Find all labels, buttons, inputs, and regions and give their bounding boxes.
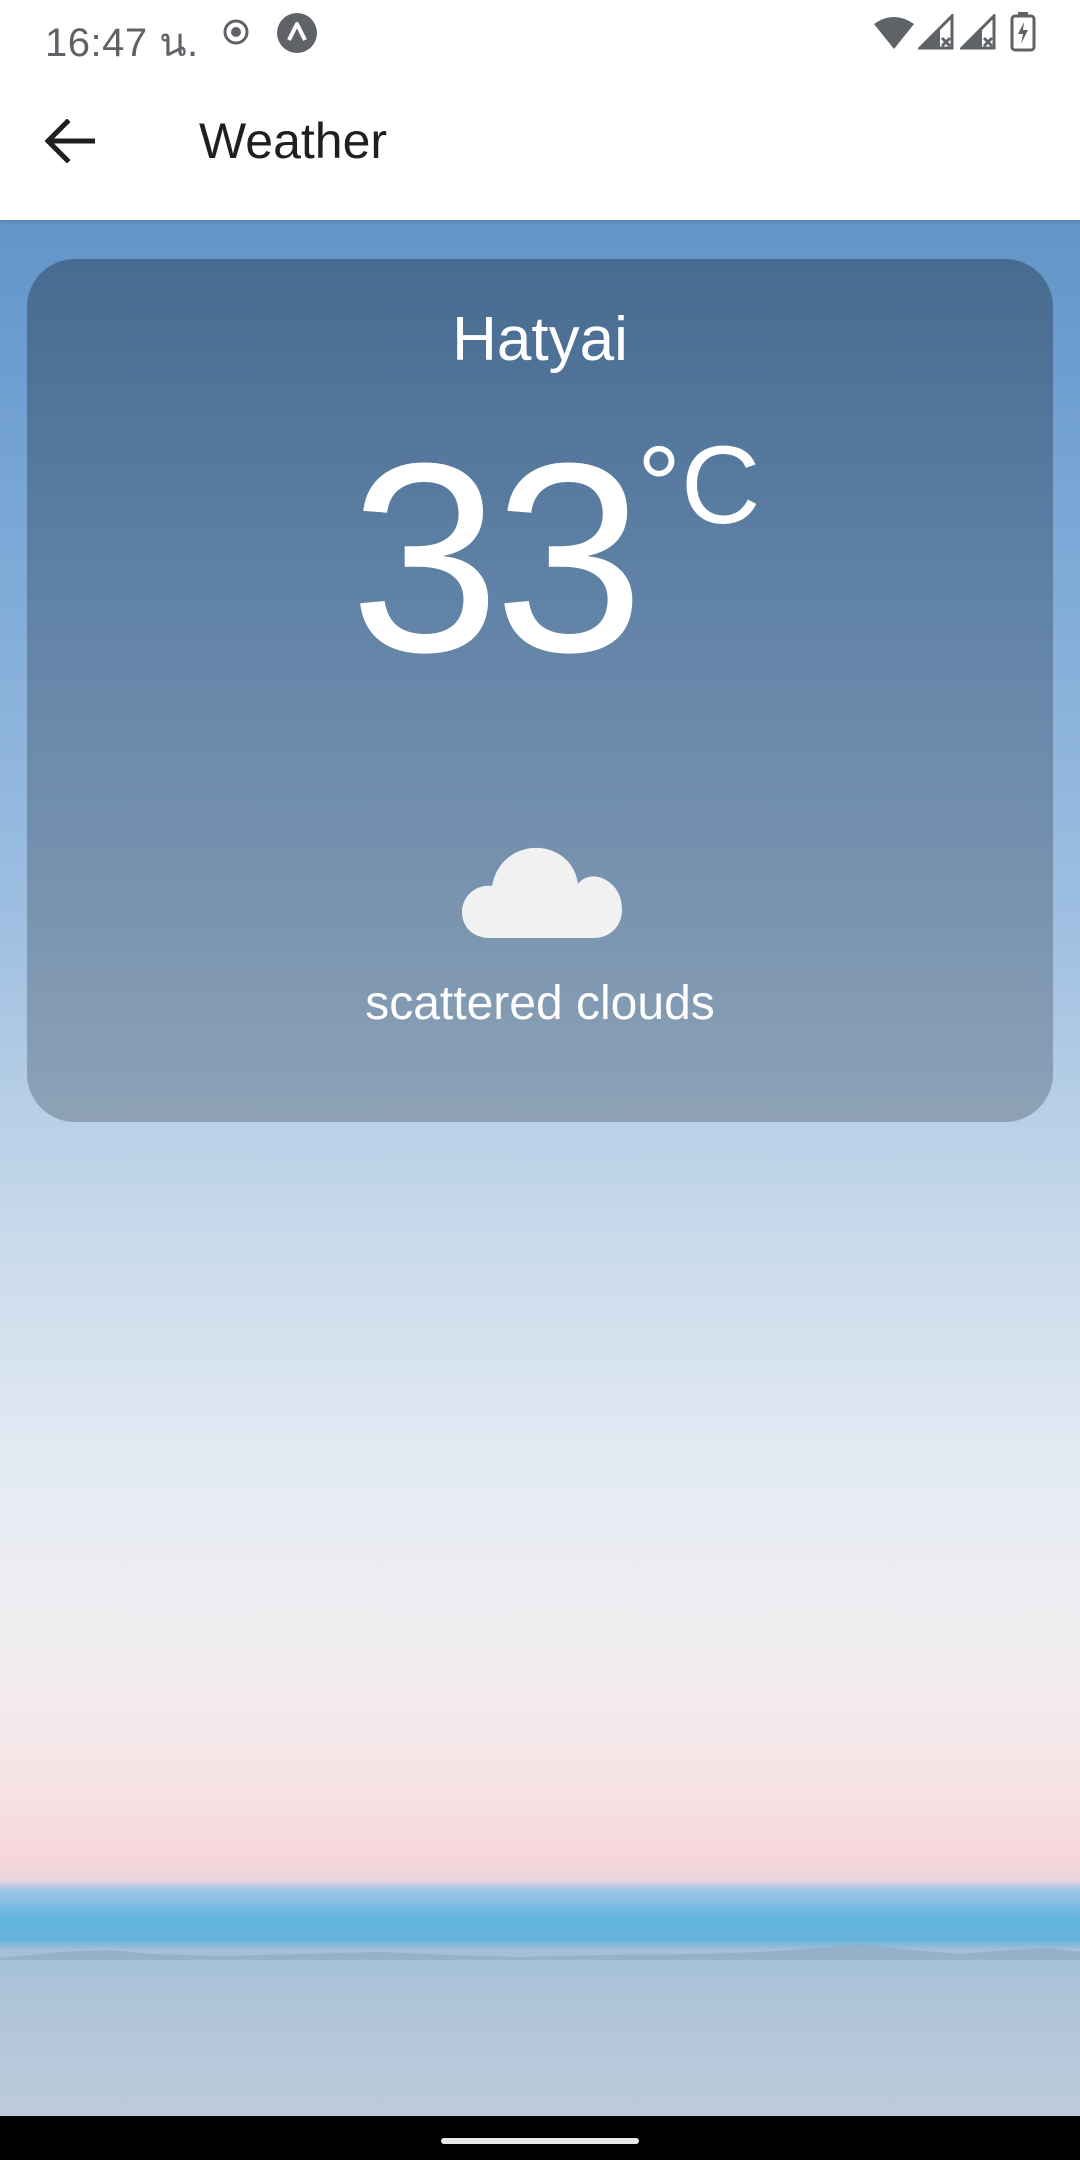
back-button[interactable] [30, 103, 110, 183]
signal-icon [916, 12, 954, 55]
arrow-back-icon [44, 117, 96, 168]
app-bar: Weather [0, 66, 1080, 220]
battery-charging-icon [1010, 12, 1036, 57]
navigation-bar [0, 2116, 1080, 2160]
status-time: 16:47 น. [45, 21, 199, 65]
status-bar: 16:47 น. [0, 0, 1080, 66]
app-a-icon [276, 12, 318, 59]
signal-icon-2 [958, 12, 996, 55]
home-gesture-handle[interactable] [441, 2138, 639, 2144]
weather-screen: 16:47 น. Weather Hatyai 33 °C scattered … [0, 0, 1080, 2160]
cloud-icon [460, 834, 624, 944]
record-icon [222, 18, 250, 51]
weather-description: scattered clouds [365, 977, 715, 1030]
city-name: Hatyai [452, 305, 628, 374]
temperature-value: 33 [349, 408, 644, 709]
horizon-mountains [0, 1944, 1080, 1960]
wifi-icon [874, 16, 914, 55]
temperature-unit: °C [637, 424, 761, 547]
page-title: Weather [199, 113, 388, 169]
weather-card: Hatyai 33 °C scattered clouds [27, 259, 1053, 1122]
